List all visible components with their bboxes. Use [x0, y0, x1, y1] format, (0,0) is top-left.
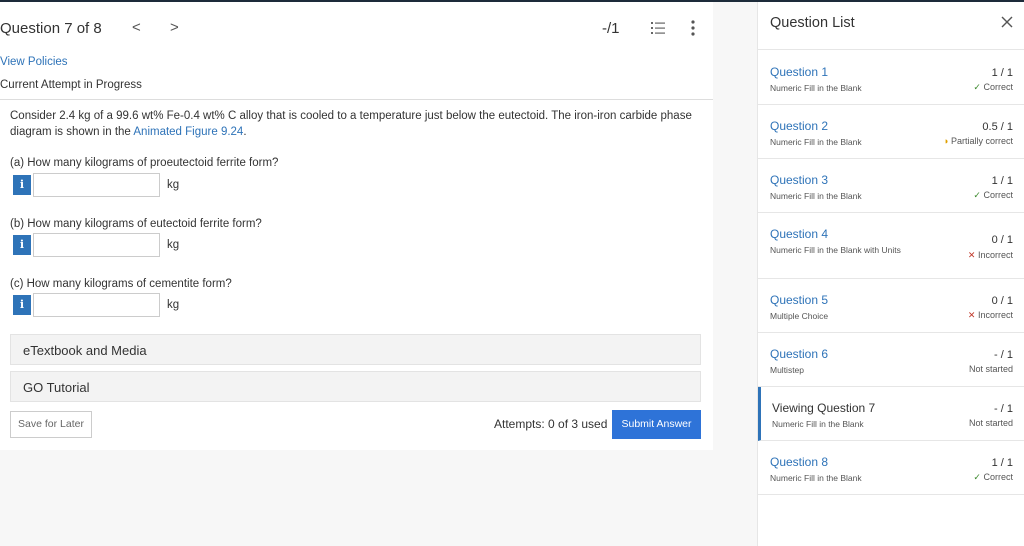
status-text: Partially correct	[950, 136, 1013, 146]
question-list-item-2[interactable]: Question 2 Numeric Fill in the Blank 0.5…	[758, 105, 1024, 159]
info-icon[interactable]: i	[13, 295, 31, 315]
question-score: - / 1	[994, 403, 1013, 415]
close-icon[interactable]	[1001, 16, 1013, 28]
more-vertical-icon[interactable]	[690, 20, 696, 36]
part-c-unit: kg	[167, 299, 180, 311]
status-badge: ✓ Correct	[973, 82, 1013, 93]
animated-figure-link[interactable]: Animated Figure 9.24	[133, 126, 243, 138]
etextbook-media-panel[interactable]: eTextbook and Media	[10, 334, 701, 365]
attempts-count: Attempts: 0 of 3 used	[494, 417, 608, 431]
question-name: Question 6	[770, 347, 829, 361]
status-text: Correct	[983, 82, 1013, 92]
status-badge: ✕ Incorrect	[968, 310, 1013, 321]
save-for-later-button[interactable]: Save for Later	[10, 411, 92, 438]
question-list-item-5[interactable]: Question 5 Multiple Choice 0 / 1 ✕ Incor…	[758, 279, 1024, 333]
question-type: Multistep	[770, 365, 805, 375]
status-text: Correct	[983, 190, 1013, 200]
question-score: 1 / 1	[991, 175, 1013, 187]
question-type: Numeric Fill in the Blank	[770, 473, 862, 483]
question-score: 0.5 / 1	[982, 121, 1013, 133]
next-question-button[interactable]: >	[170, 19, 179, 36]
question-score: 1 / 1	[991, 457, 1013, 469]
question-type: Numeric Fill in the Blank	[772, 419, 864, 429]
part-a-answer-input[interactable]	[33, 173, 160, 197]
part-b-answer-input[interactable]	[33, 233, 160, 257]
question-score: - / 1	[994, 349, 1013, 361]
question-name: Question 2	[770, 119, 829, 133]
question-list-item-3[interactable]: Question 3 Numeric Fill in the Blank 1 /…	[758, 159, 1024, 213]
status-text: Not started	[968, 364, 1013, 374]
question-type: Numeric Fill in the Blank	[770, 191, 862, 201]
prompt-text-end: .	[243, 126, 247, 138]
question-type: Numeric Fill in the Blank	[770, 137, 862, 147]
divider	[0, 99, 713, 100]
question-pane: Question 7 of 8 < > -/1 View Policies Cu…	[0, 2, 713, 450]
info-icon[interactable]: i	[13, 235, 31, 255]
question-list-item-7[interactable]: Viewing Question 7 Numeric Fill in the B…	[758, 387, 1024, 441]
question-name: Question 3	[770, 173, 829, 187]
status-badge: Not started	[969, 364, 1013, 374]
submit-answer-button[interactable]: Submit Answer	[612, 410, 701, 439]
x-icon: ✕	[967, 310, 976, 320]
question-prompt: Consider 2.4 kg of a 99.6 wt% Fe-0.4 wt%…	[10, 108, 705, 140]
x-icon: ✕	[967, 250, 976, 260]
question-list-item-8[interactable]: Question 8 Numeric Fill in the Blank 1 /…	[758, 441, 1024, 495]
status-badge: ✓ Correct	[973, 190, 1013, 201]
partial-circle-icon: ◑	[943, 136, 949, 146]
question-list-header: Question List	[758, 2, 1024, 50]
question-score: -/1	[602, 20, 620, 37]
view-policies-link[interactable]: View Policies	[0, 56, 68, 68]
question-score: 0 / 1	[991, 234, 1013, 246]
question-position: Question 7 of 8	[0, 20, 102, 37]
question-header: Question 7 of 8 < > -/1	[0, 2, 713, 54]
check-icon: ✓	[973, 472, 981, 482]
question-list-item-6[interactable]: Question 6 Multistep - / 1 Not started	[758, 333, 1024, 387]
part-b-unit: kg	[167, 239, 180, 251]
question-list-item-4[interactable]: Question 4 Numeric Fill in the Blank wit…	[758, 213, 1024, 279]
question-name: Viewing Question 7	[772, 401, 876, 415]
question-list-panel: Question List Question 1 Numeric Fill in…	[757, 2, 1024, 546]
attempt-status: Current Attempt in Progress	[0, 79, 142, 91]
question-name: Question 1	[770, 65, 829, 79]
go-tutorial-panel[interactable]: GO Tutorial	[10, 371, 701, 402]
part-c-answer-input[interactable]	[33, 293, 160, 317]
question-list-title: Question List	[770, 15, 855, 31]
question-name: Question 8	[770, 455, 829, 469]
info-icon[interactable]: i	[13, 175, 31, 195]
question-score: 1 / 1	[991, 67, 1013, 79]
status-badge: Not started	[969, 418, 1013, 428]
question-name: Question 4	[770, 227, 829, 241]
question-name: Question 5	[770, 293, 829, 307]
previous-question-button[interactable]: <	[132, 19, 141, 36]
question-type: Numeric Fill in the Blank with Units	[770, 245, 901, 255]
part-b-label: (b) How many kilograms of eutectoid ferr…	[10, 218, 262, 230]
question-score: 0 / 1	[991, 295, 1013, 307]
numbered-list-icon[interactable]	[651, 22, 665, 34]
status-text: Correct	[983, 472, 1013, 482]
part-a-label: (a) How many kilograms of proeutectoid f…	[10, 157, 279, 169]
status-badge: ◑ Partially correct	[943, 136, 1013, 146]
question-list-item-1[interactable]: Question 1 Numeric Fill in the Blank 1 /…	[758, 51, 1024, 105]
question-type: Numeric Fill in the Blank	[770, 83, 862, 93]
status-badge: ✓ Correct	[973, 472, 1013, 483]
check-icon: ✓	[973, 190, 981, 200]
prompt-text: Consider 2.4 kg of a 99.6 wt% Fe-0.4 wt%…	[10, 110, 692, 138]
check-icon: ✓	[973, 82, 981, 92]
status-badge: ✕ Incorrect	[968, 250, 1013, 261]
status-text: Incorrect	[977, 310, 1013, 320]
status-text: Not started	[968, 418, 1013, 428]
question-type: Multiple Choice	[770, 311, 829, 321]
part-c-label: (c) How many kilograms of cementite form…	[10, 278, 232, 290]
status-text: Incorrect	[977, 250, 1013, 260]
part-a-unit: kg	[167, 179, 180, 191]
